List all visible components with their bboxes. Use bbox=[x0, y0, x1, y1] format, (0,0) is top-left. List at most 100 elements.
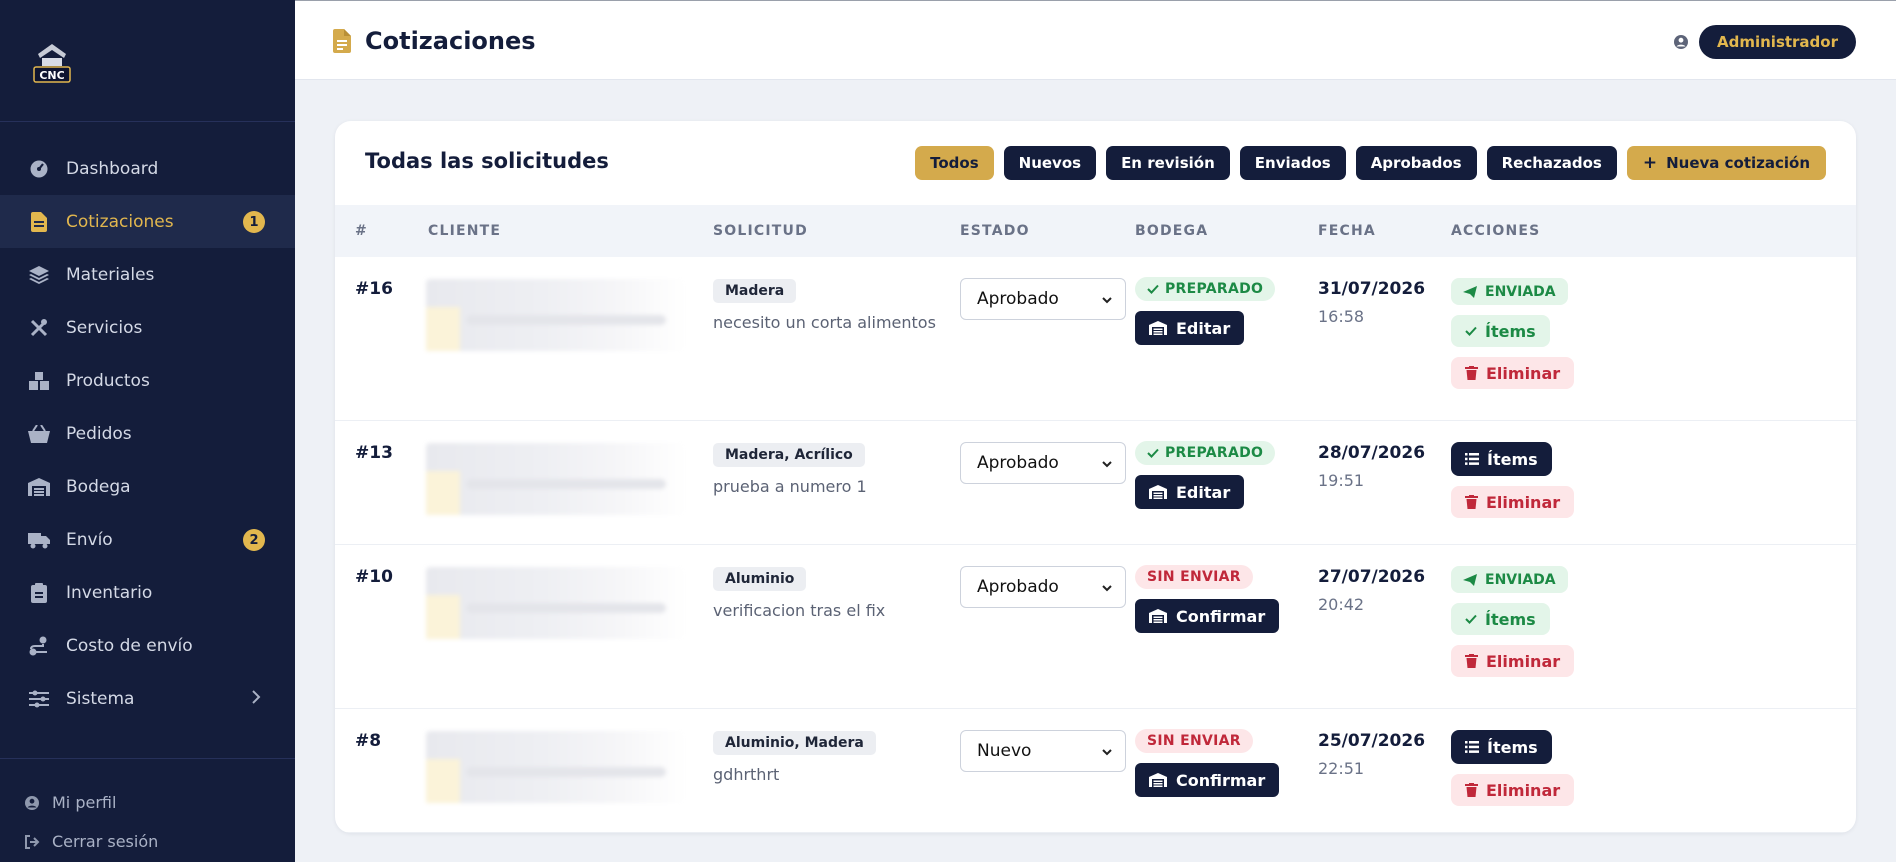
row-date: 25/07/2026 bbox=[1318, 731, 1426, 751]
delete-label: Eliminar bbox=[1486, 363, 1561, 383]
sidebar-item-pedidos[interactable]: Pedidos bbox=[0, 407, 295, 460]
warehouse-icon bbox=[1149, 321, 1167, 335]
filter-button[interactable]: Nuevos bbox=[1003, 146, 1097, 180]
delete-button[interactable]: Eliminar bbox=[1451, 357, 1575, 389]
delete-button[interactable]: Eliminar bbox=[1451, 486, 1575, 518]
filter-button[interactable]: Aprobados bbox=[1355, 146, 1477, 180]
sidebar-item-dashboard[interactable]: Dashboard bbox=[0, 142, 295, 195]
filter-button[interactable]: Enviados bbox=[1239, 146, 1346, 180]
actions-cell: ENVIADA Ítems Eliminar bbox=[1451, 566, 1575, 677]
status-select-value: Aprobado bbox=[977, 289, 1059, 309]
sidebar-item-productos[interactable]: Productos bbox=[0, 354, 295, 407]
warehouse-action-button[interactable]: Editar bbox=[1135, 311, 1245, 345]
row-time: 16:58 bbox=[1318, 307, 1365, 326]
delete-button[interactable]: Eliminar bbox=[1451, 645, 1575, 677]
page-title-text: Cotizaciones bbox=[365, 27, 536, 55]
user-menu[interactable]: Administrador bbox=[1673, 25, 1856, 59]
filter-button[interactable]: Todos bbox=[915, 146, 994, 180]
new-quote-button[interactable]: + Nueva cotización bbox=[1626, 146, 1826, 180]
warehouse-icon bbox=[1149, 609, 1167, 623]
status-select-box[interactable]: Aprobado bbox=[960, 278, 1126, 320]
logout-label: Cerrar sesión bbox=[52, 832, 159, 851]
sidebar-item-inventario[interactable]: Inventario bbox=[0, 566, 295, 619]
items-label: Ítems bbox=[1485, 609, 1536, 629]
tools-icon bbox=[28, 318, 50, 338]
row-date: 31/07/2026 bbox=[1318, 279, 1426, 299]
row-time: 22:51 bbox=[1318, 759, 1365, 778]
client-info-redacted bbox=[426, 279, 686, 351]
sidebar-item-cotizaciones[interactable]: Cotizaciones 1 bbox=[0, 195, 295, 248]
sent-button[interactable]: ENVIADA bbox=[1451, 278, 1568, 305]
sent-button[interactable]: ENVIADA bbox=[1451, 566, 1568, 593]
sliders-icon bbox=[28, 689, 50, 709]
sidebar-item-servicios[interactable]: Servicios bbox=[0, 301, 295, 354]
sidebar-item-label: Bodega bbox=[66, 476, 131, 497]
sidebar-item-sistema[interactable]: Sistema bbox=[0, 672, 295, 725]
warehouse-status-label: SIN ENVIAR bbox=[1147, 569, 1241, 585]
paper-plane-icon bbox=[1463, 285, 1477, 298]
status-select[interactable]: Aprobado bbox=[960, 566, 1126, 608]
status-select-value: Aprobado bbox=[977, 453, 1059, 473]
sidebar-item-costo-envio[interactable]: Costo de envío bbox=[0, 619, 295, 672]
status-select-value: Nuevo bbox=[977, 741, 1032, 761]
sidebar-item-materiales[interactable]: Materiales bbox=[0, 248, 295, 301]
client-info-redacted bbox=[426, 567, 686, 639]
redacted-client bbox=[426, 443, 686, 515]
column-header: SOLICITUD bbox=[713, 223, 808, 239]
check-icon bbox=[1465, 614, 1477, 624]
status-select-box[interactable]: Nuevo bbox=[960, 730, 1126, 772]
status-select[interactable]: Nuevo bbox=[960, 730, 1126, 772]
warehouse-action-label: Editar bbox=[1176, 482, 1231, 502]
items-button[interactable]: Ítems bbox=[1451, 442, 1552, 476]
items-button[interactable]: Ítems bbox=[1451, 730, 1552, 764]
profile-link[interactable]: Mi perfil bbox=[0, 783, 295, 822]
trash-icon bbox=[1465, 495, 1478, 509]
sidebar-item-label: Envío bbox=[66, 529, 113, 550]
user-role-badge[interactable]: Administrador bbox=[1699, 25, 1856, 59]
sidebar-item-envio[interactable]: Envío 2 bbox=[0, 513, 295, 566]
warehouse-action-button[interactable]: Confirmar bbox=[1135, 763, 1280, 797]
warehouse-status-badge: SIN ENVIAR bbox=[1135, 565, 1253, 589]
status-select-box[interactable]: Aprobado bbox=[960, 566, 1126, 608]
delete-button[interactable]: Eliminar bbox=[1451, 774, 1575, 806]
check-icon bbox=[1147, 448, 1159, 458]
sidebar-item-label: Productos bbox=[66, 370, 150, 391]
request-info: Madera necesito un corta alimentos bbox=[713, 279, 936, 332]
warehouse-status-label: SIN ENVIAR bbox=[1147, 733, 1241, 749]
sidebar-nav: Dashboard Cotizaciones 1 Materiales Servicio… bbox=[0, 142, 295, 725]
filter-button[interactable]: En revisión bbox=[1106, 146, 1230, 180]
warehouse-action-button[interactable]: Confirmar bbox=[1135, 599, 1280, 633]
row-id: #8 bbox=[355, 731, 382, 751]
svg-text:CNC: CNC bbox=[39, 69, 64, 82]
sidebar-item-label: Inventario bbox=[66, 582, 153, 603]
filter-button[interactable]: Rechazados bbox=[1486, 146, 1617, 180]
logo[interactable]: CNC bbox=[28, 40, 76, 86]
warehouse-status-label: PREPARADO bbox=[1165, 445, 1264, 461]
status-select[interactable]: Aprobado bbox=[960, 442, 1126, 484]
filter-bar: Todos Nuevos En revisión Enviados Aprobados R… bbox=[915, 146, 1826, 180]
warehouse-action-button[interactable]: Editar bbox=[1135, 475, 1245, 509]
layers-icon bbox=[28, 265, 50, 285]
sidebar-item-label: Materiales bbox=[66, 264, 155, 285]
warehouse-icon bbox=[28, 477, 50, 497]
user-circle-icon bbox=[24, 795, 40, 811]
request-info: Aluminio verificacion tras el fix bbox=[713, 567, 885, 620]
table-row: #10 Aluminio verificacion tras el fix Ap… bbox=[335, 545, 1856, 709]
logout-link[interactable]: Cerrar sesión bbox=[0, 822, 295, 861]
items-button[interactable]: Ítems bbox=[1451, 315, 1550, 347]
sidebar-item-bodega[interactable]: Bodega bbox=[0, 460, 295, 513]
warehouse-status-badge: PREPARADO bbox=[1135, 441, 1276, 465]
trash-icon bbox=[1465, 783, 1478, 797]
chevron-right-icon bbox=[251, 689, 261, 710]
sidebar-item-label: Sistema bbox=[66, 688, 135, 709]
warehouse-status-label: PREPARADO bbox=[1165, 281, 1264, 297]
count-badge: 2 bbox=[243, 529, 265, 551]
actions-cell: Ítems Eliminar bbox=[1451, 730, 1575, 806]
plus-icon: + bbox=[1642, 153, 1658, 173]
status-select[interactable]: Aprobado bbox=[960, 278, 1126, 320]
list-icon bbox=[1465, 453, 1479, 465]
items-button[interactable]: Ítems bbox=[1451, 603, 1550, 635]
status-select-box[interactable]: Aprobado bbox=[960, 442, 1126, 484]
warehouse-action-label: Confirmar bbox=[1176, 606, 1266, 626]
row-id: #10 bbox=[355, 567, 393, 587]
